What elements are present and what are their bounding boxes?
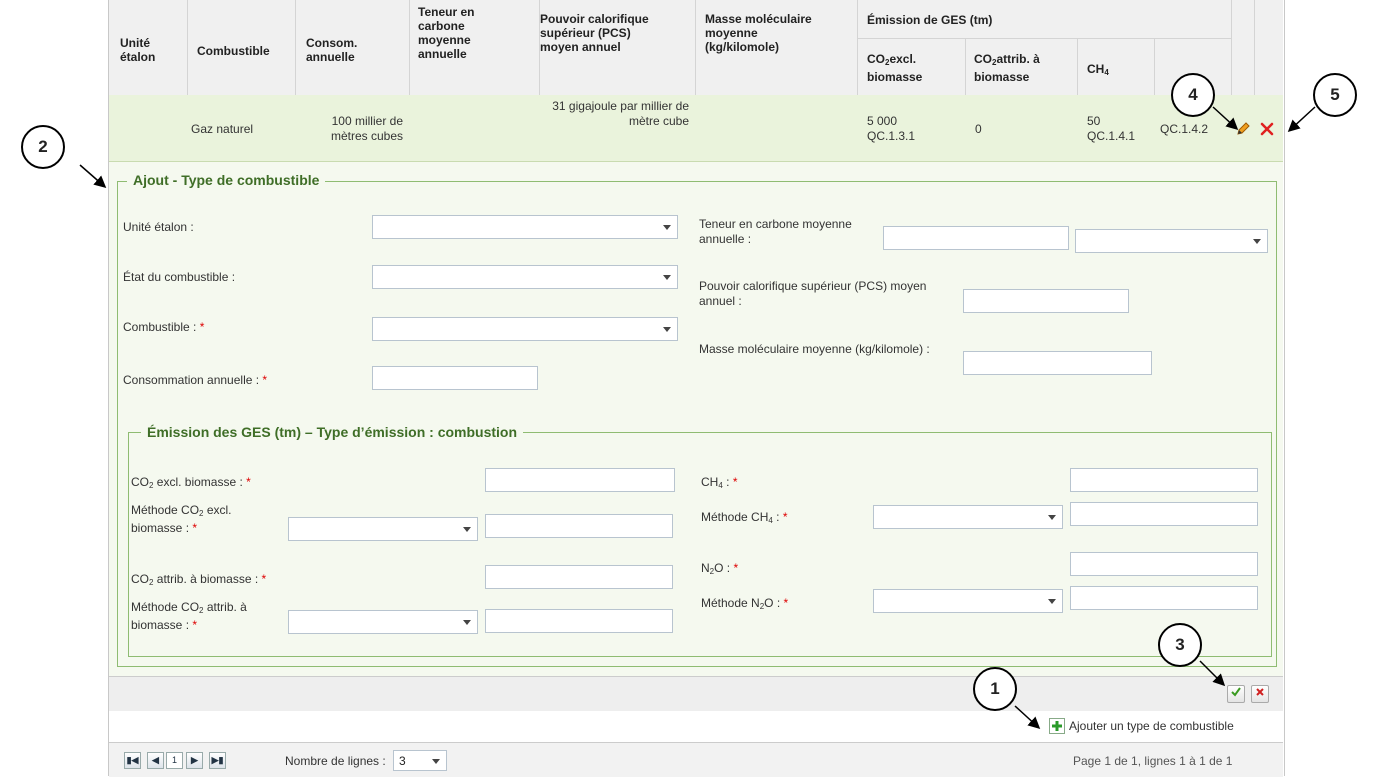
callout-4: 4 [1171,73,1215,117]
callout-3: 3 [1158,623,1202,667]
callout-5: 5 [1313,73,1357,117]
callout-2: 2 [21,125,65,169]
callout-1: 1 [973,667,1017,711]
